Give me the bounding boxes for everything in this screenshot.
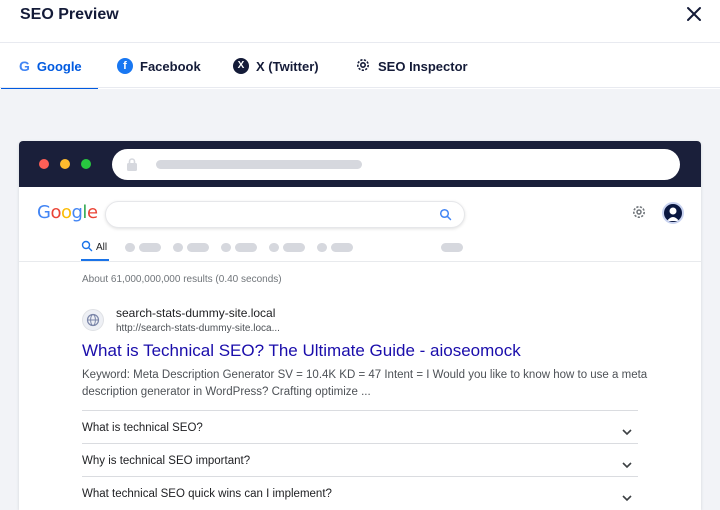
result-stats: About 61,000,000,000 results (0.40 secon…: [82, 274, 282, 285]
browser-mock: Google All About 61,000,000,000 results …: [19, 141, 701, 510]
url-placeholder: [156, 160, 362, 169]
faq-item[interactable]: What technical SEO quick wins can I impl…: [82, 476, 638, 509]
browser-toolbar: [19, 141, 701, 187]
faq-question: Why is technical SEO important?: [82, 455, 251, 467]
globe-icon: [82, 309, 104, 331]
avatar[interactable]: [662, 202, 684, 224]
chevron-down-icon: [622, 423, 632, 441]
faq-question: What technical SEO quick wins can I impl…: [82, 488, 332, 500]
tab-seo-inspector[interactable]: SEO Inspector: [355, 43, 468, 89]
chevron-down-icon: [622, 456, 632, 474]
result-description: Keyword: Meta Description Generator SV =…: [82, 369, 648, 398]
filter-placeholder: [173, 243, 183, 252]
filter-placeholder: [331, 243, 353, 252]
tab-facebook[interactable]: f Facebook: [117, 43, 201, 89]
maximize-dot: [81, 159, 91, 169]
filter-placeholder: [139, 243, 161, 252]
tab-label: Google: [36, 58, 82, 74]
google-search-input[interactable]: [105, 201, 465, 228]
close-dot: [39, 159, 49, 169]
filter-all[interactable]: All: [81, 240, 110, 261]
lock-icon: [126, 158, 138, 176]
tab-label: Facebook: [140, 58, 201, 74]
filter-placeholder: [235, 243, 257, 252]
facebook-icon: f: [117, 58, 133, 74]
filter-placeholder: [441, 243, 463, 252]
filter-placeholder: [317, 243, 327, 252]
search-icon: [439, 208, 452, 226]
settings-gear-icon[interactable]: [631, 204, 647, 225]
modal-title: SEO Preview: [20, 6, 119, 23]
result-title-link[interactable]: What is Technical SEO? The Ultimate Guid…: [82, 341, 521, 361]
gear-icon: [355, 57, 371, 76]
faq-item[interactable]: What is technical SEO?: [82, 410, 638, 443]
filter-placeholder: [283, 243, 305, 252]
tab-google[interactable]: G Google: [1, 43, 98, 90]
tab-x-twitter[interactable]: X X (Twitter): [233, 43, 319, 89]
x-twitter-icon: X: [233, 58, 249, 74]
close-icon[interactable]: [684, 4, 704, 24]
faq-item[interactable]: Why is technical SEO important?: [82, 443, 638, 476]
results-divider: [19, 261, 701, 262]
search-icon: [81, 240, 93, 255]
tab-label: X (Twitter): [256, 58, 319, 74]
preview-tabs: G Google f Facebook X X (Twitter) SEO In…: [0, 42, 720, 90]
google-logo: Google: [37, 202, 98, 223]
modal-header: SEO Preview: [0, 0, 720, 32]
tab-label: SEO Inspector: [378, 58, 468, 74]
filter-placeholder: [187, 243, 209, 252]
filter-all-label: All: [96, 242, 108, 253]
result-site-name: search-stats-dummy-site.local: [116, 306, 276, 320]
filter-placeholder: [269, 243, 279, 252]
faq-question: What is technical SEO?: [82, 422, 203, 434]
address-bar: [112, 149, 680, 180]
result-url: http://search-stats-dummy-site.loca...: [116, 323, 280, 334]
google-icon: G: [19, 58, 30, 74]
chevron-down-icon: [622, 489, 632, 507]
minimize-dot: [60, 159, 70, 169]
filter-placeholder: [125, 243, 135, 252]
filter-placeholder: [221, 243, 231, 252]
